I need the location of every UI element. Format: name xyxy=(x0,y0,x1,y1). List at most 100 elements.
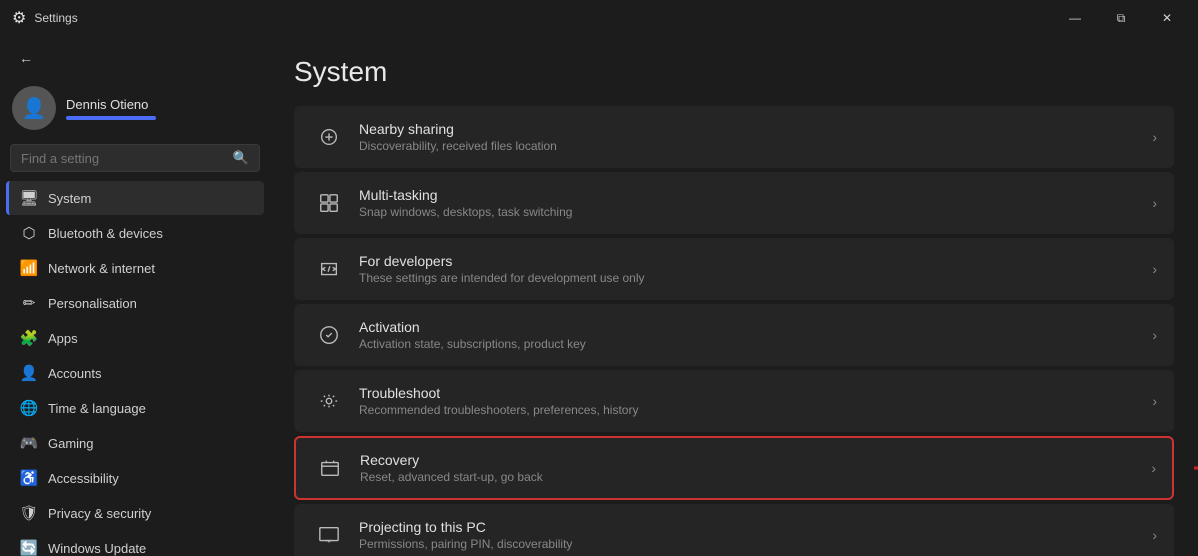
item-chevron-for-developers: › xyxy=(1152,261,1157,277)
settings-item-nearby-sharing[interactable]: Nearby sharing Discoverability, received… xyxy=(294,106,1174,168)
profile-progress-bar xyxy=(66,116,156,120)
item-desc-activation: Activation state, subscriptions, product… xyxy=(359,337,1152,351)
sidebar-header: ← xyxy=(0,36,270,78)
item-text-multitasking: Multi-tasking Snap windows, desktops, ta… xyxy=(359,187,1152,219)
sidebar-item-system[interactable]: 🖥 System xyxy=(6,181,264,215)
item-icon-for-developers xyxy=(311,251,347,287)
item-icon-troubleshoot xyxy=(311,383,347,419)
content-area: System Nearby sharing Discoverability, r… xyxy=(270,36,1198,556)
nav-icon-time: 🌐 xyxy=(20,399,38,417)
recovery-arrow-annotation xyxy=(1179,443,1198,493)
back-button[interactable]: ← xyxy=(12,44,40,72)
item-title-multitasking: Multi-tasking xyxy=(359,187,1152,203)
settings-item-projecting[interactable]: Projecting to this PC Permissions, pairi… xyxy=(294,504,1174,556)
item-text-recovery: Recovery Reset, advanced start-up, go ba… xyxy=(360,452,1151,484)
nav-label-accessibility: Accessibility xyxy=(48,471,119,486)
settings-list: Nearby sharing Discoverability, received… xyxy=(294,106,1174,556)
item-text-projecting: Projecting to this PC Permissions, pairi… xyxy=(359,519,1152,551)
nav-icon-apps: 🧩 xyxy=(20,329,38,347)
item-chevron-troubleshoot: › xyxy=(1152,393,1157,409)
profile-area: 👤 Dennis Otieno xyxy=(0,78,270,140)
item-icon-recovery xyxy=(312,450,348,486)
nav-icon-accessibility: ♿ xyxy=(20,469,38,487)
item-chevron-multitasking: › xyxy=(1152,195,1157,211)
nav-label-apps: Apps xyxy=(48,331,78,346)
nav-icon-privacy: 🛡 xyxy=(20,504,38,522)
item-chevron-activation: › xyxy=(1152,327,1157,343)
sidebar-item-network[interactable]: 📶 Network & internet xyxy=(6,251,264,285)
sidebar-item-privacy[interactable]: 🛡 Privacy & security xyxy=(6,496,264,530)
search-icon: 🔍 xyxy=(233,150,249,166)
item-icon-activation xyxy=(311,317,347,353)
item-desc-recovery: Reset, advanced start-up, go back xyxy=(360,470,1151,484)
nav-label-network: Network & internet xyxy=(48,261,155,276)
item-text-activation: Activation Activation state, subscriptio… xyxy=(359,319,1152,351)
profile-info: Dennis Otieno xyxy=(66,97,156,120)
nav-label-gaming: Gaming xyxy=(48,436,94,451)
nav-label-personalisation: Personalisation xyxy=(48,296,137,311)
search-input[interactable] xyxy=(21,151,227,166)
item-text-troubleshoot: Troubleshoot Recommended troubleshooters… xyxy=(359,385,1152,417)
settings-item-activation[interactable]: Activation Activation state, subscriptio… xyxy=(294,304,1174,366)
sidebar-item-accounts[interactable]: 👤 Accounts xyxy=(6,356,264,390)
nav-label-time: Time & language xyxy=(48,401,146,416)
item-title-projecting: Projecting to this PC xyxy=(359,519,1152,535)
search-box[interactable]: 🔍 xyxy=(10,144,260,172)
nav-icon-system: 🖥 xyxy=(20,189,38,207)
app-body: ← 👤 Dennis Otieno 🔍 🖥 System ⬡ Bluetooth… xyxy=(0,36,1198,556)
avatar-icon: 👤 xyxy=(22,96,47,121)
item-desc-for-developers: These settings are intended for developm… xyxy=(359,271,1152,285)
settings-item-for-developers[interactable]: For developers These settings are intend… xyxy=(294,238,1174,300)
nav-label-bluetooth: Bluetooth & devices xyxy=(48,226,163,241)
nav-label-system: System xyxy=(48,191,91,206)
item-chevron-nearby-sharing: › xyxy=(1152,129,1157,145)
nav-icon-windows-update: 🔄 xyxy=(20,539,38,556)
titlebar: ⚙ Settings — ⧉ ✕ xyxy=(0,0,1198,36)
item-desc-nearby-sharing: Discoverability, received files location xyxy=(359,139,1152,153)
item-icon-nearby-sharing xyxy=(311,119,347,155)
close-button[interactable]: ✕ xyxy=(1144,2,1190,34)
nav-icon-gaming: 🎮 xyxy=(20,434,38,452)
nav-label-accounts: Accounts xyxy=(48,366,101,381)
item-text-for-developers: For developers These settings are intend… xyxy=(359,253,1152,285)
sidebar-item-time[interactable]: 🌐 Time & language xyxy=(6,391,264,425)
item-text-nearby-sharing: Nearby sharing Discoverability, received… xyxy=(359,121,1152,153)
sidebar-item-apps[interactable]: 🧩 Apps xyxy=(6,321,264,355)
item-title-troubleshoot: Troubleshoot xyxy=(359,385,1152,401)
sidebar-item-bluetooth[interactable]: ⬡ Bluetooth & devices xyxy=(6,216,264,250)
nav-icon-bluetooth: ⬡ xyxy=(20,224,38,242)
sidebar-item-personalisation[interactable]: ✏ Personalisation xyxy=(6,286,264,320)
nav-icon-network: 📶 xyxy=(20,259,38,277)
settings-item-multitasking[interactable]: Multi-tasking Snap windows, desktops, ta… xyxy=(294,172,1174,234)
sidebar-item-gaming[interactable]: 🎮 Gaming xyxy=(6,426,264,460)
titlebar-title: Settings xyxy=(34,11,77,25)
item-desc-troubleshoot: Recommended troubleshooters, preferences… xyxy=(359,403,1152,417)
titlebar-controls: — ⧉ ✕ xyxy=(1052,2,1190,34)
titlebar-left: ⚙ Settings xyxy=(12,8,78,28)
settings-item-recovery[interactable]: Recovery Reset, advanced start-up, go ba… xyxy=(294,436,1174,500)
nav-label-privacy: Privacy & security xyxy=(48,506,151,521)
item-chevron-projecting: › xyxy=(1152,527,1157,543)
item-chevron-recovery: › xyxy=(1151,460,1156,476)
maximize-button[interactable]: ⧉ xyxy=(1098,2,1144,34)
item-title-activation: Activation xyxy=(359,319,1152,335)
item-title-recovery: Recovery xyxy=(360,452,1151,468)
settings-item-troubleshoot[interactable]: Troubleshoot Recommended troubleshooters… xyxy=(294,370,1174,432)
item-title-nearby-sharing: Nearby sharing xyxy=(359,121,1152,137)
sidebar-item-accessibility[interactable]: ♿ Accessibility xyxy=(6,461,264,495)
item-icon-multitasking xyxy=(311,185,347,221)
minimize-button[interactable]: — xyxy=(1052,2,1098,34)
app-icon: ⚙ xyxy=(12,8,26,28)
sidebar-nav: 🖥 System ⬡ Bluetooth & devices 📶 Network… xyxy=(0,180,270,556)
item-title-for-developers: For developers xyxy=(359,253,1152,269)
page-title: System xyxy=(294,56,1174,88)
sidebar-item-windows-update[interactable]: 🔄 Windows Update xyxy=(6,531,264,556)
item-desc-projecting: Permissions, pairing PIN, discoverabilit… xyxy=(359,537,1152,551)
item-desc-multitasking: Snap windows, desktops, task switching xyxy=(359,205,1152,219)
nav-icon-accounts: 👤 xyxy=(20,364,38,382)
sidebar: ← 👤 Dennis Otieno 🔍 🖥 System ⬡ Bluetooth… xyxy=(0,36,270,556)
item-icon-projecting xyxy=(311,517,347,553)
nav-icon-personalisation: ✏ xyxy=(20,294,38,312)
nav-label-windows-update: Windows Update xyxy=(48,541,146,556)
profile-name: Dennis Otieno xyxy=(66,97,156,112)
